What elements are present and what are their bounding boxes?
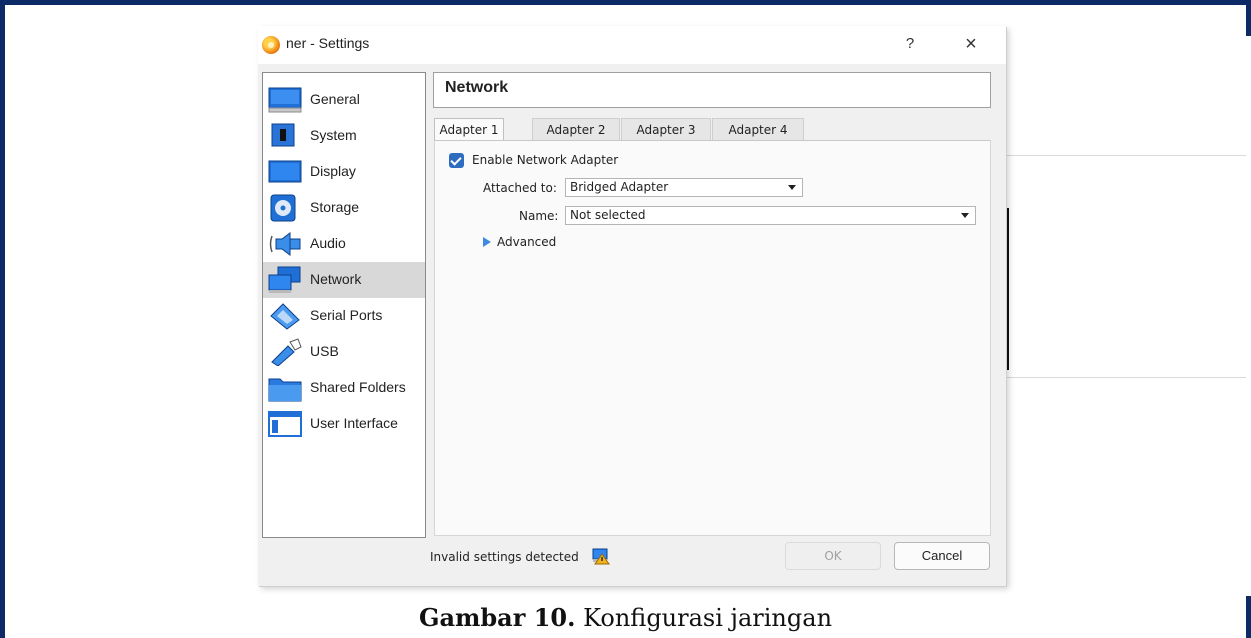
system-icon (271, 123, 295, 147)
user-interface-icon (268, 411, 302, 437)
section-header: Network (433, 72, 991, 108)
expand-arrow-icon[interactable] (483, 237, 491, 247)
sidebar-item-usb[interactable]: USB (263, 334, 425, 370)
caption-number: Gambar 10. (418, 603, 576, 632)
chevron-down-icon (961, 213, 969, 218)
name-select[interactable]: Not selected (565, 206, 976, 225)
window-title: ner - Settings (286, 35, 370, 51)
advanced-toggle[interactable]: Advanced (497, 235, 556, 249)
sidebar-item-network[interactable]: Network (263, 262, 425, 298)
title-bar: ner - Settings ? × (258, 26, 1006, 64)
tab-adapter-3[interactable]: Adapter 3 (621, 118, 711, 140)
tab-adapter-1[interactable]: Adapter 1 (434, 118, 504, 141)
sidebar-item-system[interactable]: System (263, 118, 425, 154)
attached-to-select[interactable]: Bridged Adapter (565, 178, 803, 197)
settings-sidebar: General System Display Storage Audio Net… (262, 72, 426, 538)
background-divider (1006, 155, 1246, 156)
sidebar-item-label: Shared Folders (310, 379, 406, 395)
name-label: Name: (519, 209, 559, 223)
attached-to-value: Bridged Adapter (570, 180, 669, 194)
sidebar-item-shared-folders[interactable]: Shared Folders (263, 370, 425, 406)
sidebar-item-label: Serial Ports (310, 307, 383, 323)
tab-adapter-2[interactable]: Adapter 2 (532, 118, 620, 140)
virtualbox-app-icon (262, 36, 280, 54)
background-divider (1006, 377, 1246, 378)
sidebar-item-serial-ports[interactable]: Serial Ports (263, 298, 425, 334)
shared-folders-icon (268, 378, 302, 402)
close-button[interactable]: × (958, 31, 984, 57)
caption-text: Konfigurasi jaringan (575, 604, 833, 632)
storage-icon (270, 194, 296, 222)
tab-adapter-4[interactable]: Adapter 4 (712, 118, 804, 140)
adapter-panel: Enable Network Adapter Attached to: Brid… (434, 140, 991, 536)
general-icon (268, 87, 302, 113)
sidebar-item-storage[interactable]: Storage (263, 190, 425, 226)
sidebar-item-label: System (310, 127, 357, 143)
figure-caption: Gambar 10. Konfigurasi jaringan (0, 603, 1251, 632)
sidebar-item-general[interactable]: General (263, 82, 425, 118)
settings-dialog: ner - Settings ? × General System Displa… (258, 26, 1006, 586)
sidebar-item-display[interactable]: Display (263, 154, 425, 190)
background-window (1006, 36, 1251, 596)
help-button[interactable]: ? (900, 31, 920, 57)
cancel-button[interactable]: Cancel (894, 542, 990, 570)
sidebar-item-label: Storage (310, 199, 360, 215)
enable-adapter-checkbox[interactable] (449, 153, 464, 168)
usb-icon (271, 338, 302, 366)
attached-to-label: Attached to: (483, 181, 557, 195)
sidebar-item-label: Audio (310, 235, 346, 251)
ok-button[interactable]: OK (785, 542, 881, 570)
sidebar-item-user-interface[interactable]: User Interface (263, 406, 425, 442)
audio-icon (269, 232, 301, 256)
warning-icon[interactable] (592, 547, 610, 565)
chevron-down-icon (788, 185, 796, 190)
sidebar-item-label: Display (310, 163, 356, 179)
serial-ports-icon (270, 303, 300, 330)
sidebar-item-audio[interactable]: Audio (263, 226, 425, 262)
page-title: Network (445, 79, 509, 96)
display-icon (268, 160, 302, 183)
settings-content: Network Adapter 1 Adapter 2 Adapter 3 Ad… (433, 72, 991, 536)
sidebar-item-label: General (310, 91, 360, 107)
sidebar-item-label: USB (310, 343, 339, 359)
name-value: Not selected (570, 208, 646, 222)
network-icon (268, 266, 301, 293)
status-text: Invalid settings detected (430, 550, 579, 564)
enable-adapter-label: Enable Network Adapter (472, 153, 619, 167)
sidebar-item-label: User Interface (310, 415, 398, 431)
sidebar-item-label: Network (310, 271, 362, 287)
